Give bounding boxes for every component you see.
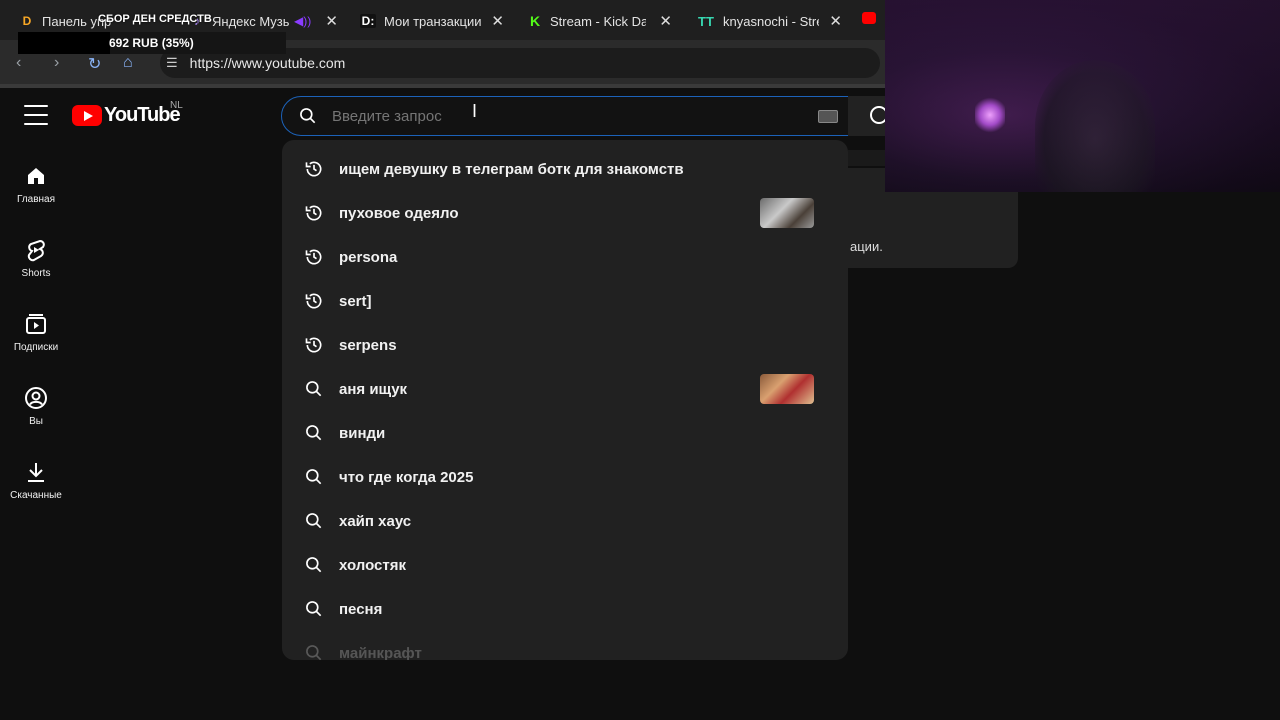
tab-close-icon[interactable]: ✕ [829, 12, 842, 30]
tab-title: Яндекс Музы [212, 13, 290, 29]
tab-close-icon[interactable]: ✕ [491, 12, 504, 30]
suggestion-text: sert] [339, 292, 372, 310]
overlay-blackout [18, 32, 110, 54]
history-icon [305, 249, 322, 265]
country-code: NL [170, 100, 183, 111]
donation-title: СБОР ДЕН СРЕДСТВ [98, 13, 212, 25]
browser-tab[interactable]: D: Мои транзакции ✕ [360, 6, 504, 36]
suggestion-text: винди [339, 424, 386, 442]
suggestion-item[interactable]: persona [282, 235, 848, 279]
reload-icon[interactable]: ↻ [88, 54, 101, 74]
sidebar-item-subscriptions[interactable]: Подписки [0, 312, 72, 353]
search-input[interactable] [330, 106, 794, 126]
search-icon [300, 108, 316, 124]
suggestion-thumbnail[interactable] [760, 374, 814, 404]
suggestion-text: ищем девушку в телеграм ботк для знакомс… [339, 160, 684, 178]
back-icon[interactable]: ‹ [16, 54, 21, 72]
webcam-tint [885, 0, 1280, 192]
search-icon [306, 425, 322, 441]
browser-tab[interactable]: TT knyasnochi - Strea ✕ [697, 6, 842, 36]
suggestion-item[interactable]: пуховое одеяло [282, 191, 848, 235]
home-browser-icon[interactable]: ⌂ [123, 54, 133, 72]
shorts-icon [27, 239, 45, 262]
sidebar-item-downloads[interactable]: Скачанные [0, 460, 72, 501]
donation-progress-text: 692 RUB (35%) [109, 36, 194, 50]
youtube-play-icon [72, 105, 102, 126]
history-icon [305, 161, 322, 177]
tab-title: knyasnochi - Strea [723, 13, 819, 29]
tab-title: Мои транзакции [384, 13, 482, 29]
search-icon [306, 601, 322, 617]
suggestion-text: persona [339, 248, 398, 266]
site-info-icon[interactable]: ☰ [166, 55, 178, 71]
sidebar-item-label: Главная [16, 194, 56, 205]
toolbar-divider [0, 84, 885, 88]
tab-favicon-icon: TT [698, 13, 714, 29]
sidebar-item-label: Shorts [21, 268, 51, 279]
sidebar-item-label: Вы [29, 416, 43, 427]
search-icon [306, 381, 322, 397]
tab-close-icon[interactable]: ✕ [325, 12, 338, 30]
suggestion-item[interactable]: хайп хаус [282, 499, 848, 543]
home-icon [28, 168, 44, 184]
history-icon [305, 293, 322, 309]
sidebar-item-label: Скачанные [10, 490, 62, 501]
tab-favicon-icon: D [22, 14, 32, 28]
subscriptions-icon [26, 314, 46, 334]
search-suggestions-dropdown: ищем девушку в телеграм ботк для знакомс… [282, 140, 848, 660]
tab-close-icon[interactable]: ✕ [659, 12, 672, 30]
sidebar-item-shorts[interactable]: Shorts [0, 238, 72, 279]
history-icon [305, 205, 322, 221]
suggestion-text: что где когда 2025 [339, 468, 474, 486]
youtube-logo[interactable]: YouTube [72, 104, 181, 127]
tab-favicon-icon: D: [360, 14, 376, 28]
keyboard-icon[interactable] [818, 110, 838, 123]
suggestion-text: песня [339, 600, 383, 618]
background-card-text: ации. [850, 239, 883, 254]
search-button[interactable] [848, 96, 888, 136]
hamburger-menu-icon[interactable] [24, 105, 48, 125]
text-cursor-icon: I [472, 101, 478, 121]
suggestion-item[interactable]: холостяк [282, 543, 848, 587]
suggestion-item[interactable]: serpens [282, 323, 848, 367]
browser-tab[interactable]: K Stream - Kick Dasl ✕ [528, 6, 672, 36]
account-icon [25, 387, 47, 409]
suggestion-item[interactable]: песня [282, 587, 848, 631]
sidebar-item-label: Подписки [13, 342, 59, 353]
search-icon [306, 469, 322, 485]
suggestion-item[interactable]: майнкрафт [282, 631, 848, 660]
sidebar-item-you[interactable]: Вы [0, 386, 72, 427]
suggestion-item[interactable]: аня ищук [282, 367, 848, 411]
search-box[interactable] [281, 96, 849, 136]
tab-favicon-icon: K [529, 13, 541, 29]
search-icon [306, 513, 322, 529]
suggestion-text: хайп хаус [339, 512, 412, 530]
suggestion-item[interactable]: что где когда 2025 [282, 455, 848, 499]
sidebar-item-home[interactable]: Главная [0, 164, 72, 205]
download-icon [28, 463, 44, 482]
suggestion-item[interactable]: ищем девушку в телеграм ботк для знакомс… [282, 147, 848, 191]
search-icon [306, 645, 322, 660]
background-chip [848, 150, 885, 166]
suggestion-text: холостяк [339, 556, 407, 574]
suggestion-text: serpens [339, 336, 397, 354]
audio-playing-icon: ◀)) [294, 14, 312, 28]
suggestion-thumbnail[interactable] [760, 198, 814, 228]
search-icon [306, 557, 322, 573]
suggestion-text: аня ищук [339, 380, 408, 398]
suggestion-text: майнкрафт [339, 644, 422, 661]
suggestion-text: пуховое одеяло [339, 204, 459, 222]
history-icon [305, 337, 322, 353]
address-url: https://www.youtube.com [189, 55, 346, 71]
webcam-overlay [885, 0, 1280, 192]
tab-title: Stream - Kick Dasl [550, 13, 646, 29]
forward-icon[interactable]: › [54, 54, 59, 72]
suggestion-item[interactable]: sert] [282, 279, 848, 323]
suggestion-item[interactable]: винди [282, 411, 848, 455]
youtube-tab-favicon-icon[interactable] [862, 12, 876, 24]
logo-wordmark: YouTube [104, 104, 181, 126]
